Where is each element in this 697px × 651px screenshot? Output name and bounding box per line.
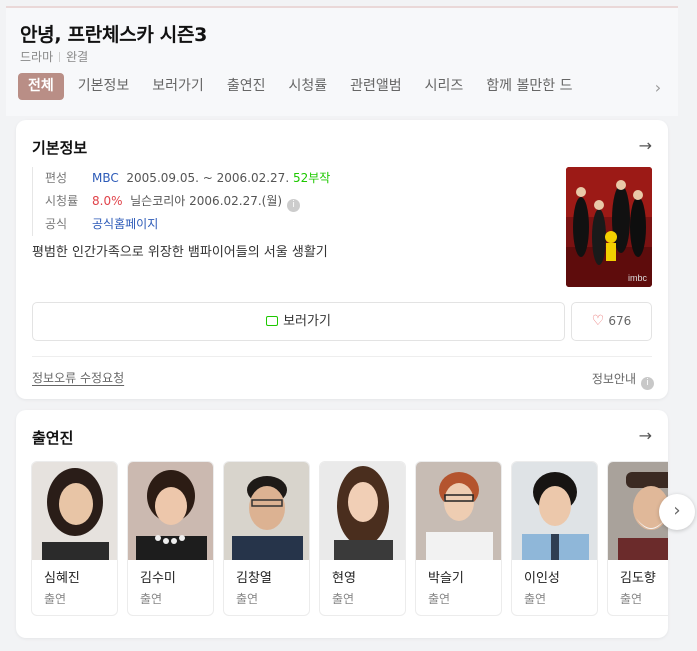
cast-item[interactable]: 김창열 출연	[223, 461, 310, 616]
divider	[32, 356, 652, 357]
info-guide-label: 정보안내	[591, 372, 636, 386]
tab-cast[interactable]: 출연진	[218, 73, 275, 100]
episode-count: 52부작	[292, 171, 331, 185]
status-text: 완결	[66, 50, 89, 64]
cast-role: 출연	[140, 592, 163, 606]
cast-item[interactable]: 이인성 출연	[511, 461, 598, 616]
rating-value: 8.0%	[92, 194, 123, 208]
cast-list: 심혜진 출연 김수미 출연 김창열 출연 현영 출연 박슬기 출연 이인성 출연…	[31, 461, 668, 621]
like-count: 676	[608, 314, 632, 328]
cast-name: 이인성	[524, 571, 560, 586]
tab-recommended[interactable]: 함께 볼만한 드	[477, 73, 581, 100]
cast-role: 출연	[236, 592, 259, 606]
info-icon: i	[641, 377, 654, 390]
cast-item[interactable]: 김수미 출연	[127, 461, 214, 616]
cast-photo	[32, 462, 117, 560]
cast-photo	[128, 462, 213, 560]
cast-name: 김창열	[236, 571, 272, 586]
tab-albums[interactable]: 관련앨범	[341, 73, 411, 100]
broadcaster-link[interactable]: MBC	[92, 171, 119, 185]
chevron-right-icon[interactable]: ›	[659, 494, 695, 530]
meta-line: 드라마 완결	[20, 48, 88, 65]
info-list: 편성 MBC 2005.09.05. ~ 2006.02.27. 52부작 시청률…	[32, 167, 330, 236]
cast-name: 심혜진	[44, 571, 80, 586]
info-guide[interactable]: 정보안내 i	[592, 370, 654, 390]
cast-item[interactable]: 심혜진 출연	[31, 461, 118, 616]
broadcast-period: 2005.09.05. ~ 2006.02.27.	[126, 171, 290, 185]
tab-watch[interactable]: 보러가기	[143, 73, 213, 100]
genre-text: 드라마	[20, 50, 54, 64]
cast-heading: 출연진	[32, 429, 74, 447]
broadcast-key: 편성	[45, 171, 68, 185]
heart-icon: ♡	[591, 313, 605, 329]
poster-logo: imbc	[628, 273, 648, 283]
cast-photo	[512, 462, 597, 560]
poster-image[interactable]: imbc	[566, 167, 652, 287]
cast-photo	[416, 462, 501, 560]
tab-scroll-right-icon[interactable]: ›	[651, 78, 665, 98]
info-row-rating: 시청률 8.0% 닐슨코리아 2006.02.27.(월) i	[45, 190, 330, 213]
page-title: 안녕, 프란체스카 시즌3	[20, 24, 208, 46]
tab-bar: 전체 기본정보 보러가기 출연진 시청률 관련앨범 시리즈 함께 볼만한 드	[18, 73, 668, 101]
cast-role: 출연	[332, 592, 355, 606]
like-button[interactable]: ♡ 676	[571, 302, 652, 341]
watch-label: 보러가기	[283, 314, 331, 329]
rating-source: 닐슨코리아 2006.02.27.(월)	[130, 194, 283, 208]
official-key: 공식	[45, 217, 68, 231]
cast-item[interactable]: 현영 출연	[319, 461, 406, 616]
error-report-link[interactable]: 정보오류 수정요청	[32, 369, 124, 386]
cast-photo	[320, 462, 405, 560]
cast-card: 출연진 → 심혜진 출연 김수미 출연 김창열 출연 현영 출연 박슬기 출연 …	[16, 410, 668, 638]
synopsis: 평범한 인간가족으로 위장한 뱀파이어들의 서울 생활기	[32, 245, 328, 260]
cast-role: 출연	[620, 592, 643, 606]
arrow-right-icon[interactable]: →	[639, 426, 652, 445]
cast-name: 현영	[332, 571, 356, 586]
cast-role: 출연	[428, 592, 451, 606]
cast-item[interactable]: 박슬기 출연	[415, 461, 502, 616]
meta-divider	[59, 52, 61, 62]
cast-role: 출연	[524, 592, 547, 606]
official-homepage-link[interactable]: 공식홈페이지	[92, 217, 158, 231]
cast-photo	[224, 462, 309, 560]
cast-name: 박슬기	[428, 571, 464, 586]
video-icon	[266, 316, 279, 326]
cast-role: 출연	[44, 592, 67, 606]
watch-button[interactable]: 보러가기	[32, 302, 565, 341]
info-row-broadcast: 편성 MBC 2005.09.05. ~ 2006.02.27. 52부작	[45, 167, 330, 190]
tab-ratings[interactable]: 시청률	[279, 73, 336, 100]
cast-name: 김도향	[620, 571, 656, 586]
cast-name: 김수미	[140, 571, 176, 586]
tab-all[interactable]: 전체	[18, 73, 64, 100]
basic-info-card: 기본정보 → 편성 MBC 2005.09.05. ~ 2006.02.27. 5…	[16, 120, 668, 399]
tab-series[interactable]: 시리즈	[416, 73, 473, 100]
tab-basic-info[interactable]: 기본정보	[69, 73, 139, 100]
basic-info-heading: 기본정보	[32, 139, 88, 157]
rating-key: 시청률	[45, 194, 79, 208]
info-icon[interactable]: i	[287, 199, 301, 212]
info-row-official: 공식 공식홈페이지	[45, 213, 330, 236]
arrow-right-icon[interactable]: →	[639, 136, 652, 155]
cast-item[interactable]: 김도향 출연	[607, 461, 668, 616]
